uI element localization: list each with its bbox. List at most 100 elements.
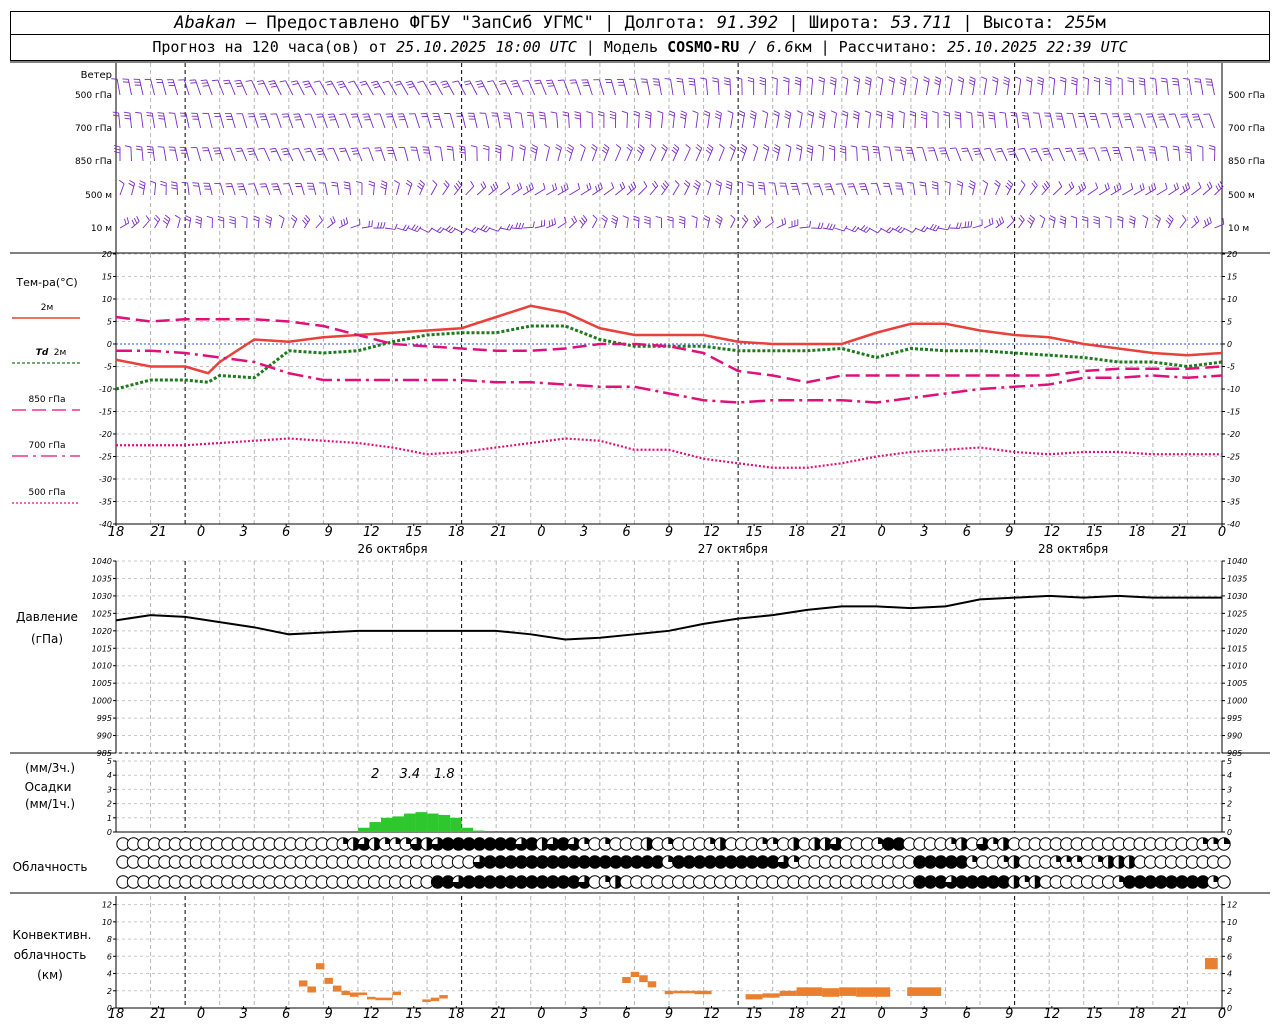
wind-barb-feather bbox=[1066, 150, 1073, 153]
wind-barb-feather bbox=[1172, 80, 1179, 83]
wind-barb-feather bbox=[723, 77, 731, 80]
wind-barb-feather bbox=[303, 217, 309, 223]
wind-barb bbox=[822, 147, 825, 162]
wind-barb-feather bbox=[519, 144, 526, 148]
precip-annotation: 1.8 bbox=[434, 767, 455, 782]
hour-label: 9 bbox=[325, 1007, 333, 1022]
pressure-axis-unit: (гПа) bbox=[31, 632, 63, 646]
wind-barb bbox=[140, 113, 144, 129]
wind-barb-feather bbox=[535, 82, 542, 85]
wind-barb bbox=[649, 185, 659, 196]
wind-barb-feather bbox=[1028, 217, 1034, 223]
wind-barb bbox=[922, 147, 927, 162]
wind-barb-feather bbox=[1010, 114, 1017, 117]
convective-bar bbox=[639, 975, 648, 983]
convective-bar bbox=[673, 990, 695, 994]
wind-barb-feather bbox=[1077, 150, 1084, 152]
wind-barb bbox=[298, 148, 305, 162]
wind-barb-feather bbox=[676, 77, 683, 80]
wind-barb bbox=[415, 147, 420, 162]
wind-barb-feather bbox=[552, 184, 555, 191]
wind-barb-feather bbox=[348, 80, 355, 84]
wind-barb-feather bbox=[601, 217, 607, 222]
wind-barb-feather bbox=[1155, 214, 1161, 220]
wind-barb-feather bbox=[1095, 182, 1099, 189]
wind-barb-feather bbox=[1001, 216, 1005, 223]
wind-barb-feather bbox=[157, 112, 164, 114]
wind-barb-feather bbox=[680, 113, 687, 117]
wind-barb-feather bbox=[174, 214, 181, 219]
wind-barb-feather bbox=[700, 77, 707, 80]
wind-barb-feather bbox=[854, 226, 860, 233]
wind-barb-feather bbox=[446, 145, 453, 148]
wind-barb bbox=[1140, 113, 1146, 129]
wind-barb bbox=[384, 227, 395, 230]
wind-barb bbox=[551, 79, 559, 96]
wind-barb bbox=[300, 183, 305, 196]
wind-barb-feather bbox=[923, 79, 929, 83]
wind-barb-feather bbox=[923, 76, 930, 80]
wind-barb-feather bbox=[487, 80, 494, 83]
wind-barb-feather bbox=[727, 110, 734, 114]
wind-barb-feather bbox=[1208, 147, 1215, 151]
wind-barb-feather bbox=[1029, 147, 1036, 150]
wind-barb-feather bbox=[1193, 217, 1198, 224]
wind-barb bbox=[1099, 188, 1110, 196]
wind-barb-feather bbox=[595, 185, 598, 192]
wind-barb bbox=[438, 113, 444, 129]
wind-barb bbox=[818, 183, 824, 196]
wind-barb-feather bbox=[1139, 184, 1143, 191]
wind-barb-feather bbox=[592, 144, 598, 149]
wind-barb bbox=[185, 147, 190, 162]
wind-barb bbox=[499, 147, 502, 162]
wind-barb bbox=[1012, 148, 1020, 162]
wind-barb bbox=[1166, 79, 1169, 96]
wind-barb-feather bbox=[394, 80, 401, 84]
wind-barb-feather bbox=[292, 147, 299, 150]
wind-barb-feather bbox=[1222, 218, 1225, 225]
wind-barb-feather bbox=[898, 110, 905, 114]
wind-barb-feather bbox=[1153, 183, 1157, 190]
tick-label: 990 bbox=[97, 732, 112, 741]
wind-barb-feather bbox=[135, 111, 142, 114]
wind-barb bbox=[1052, 218, 1056, 229]
wind-barb-feather bbox=[551, 219, 554, 226]
wind-barb-feather bbox=[195, 218, 202, 222]
wind-barb-feather bbox=[1130, 183, 1134, 190]
wind-barb bbox=[603, 187, 614, 196]
wind-barb-feather bbox=[946, 76, 953, 80]
hour-label: 18 bbox=[448, 1007, 465, 1022]
wind-barb bbox=[924, 183, 927, 196]
wind-barb-feather bbox=[443, 182, 448, 188]
wind-barb-feather bbox=[195, 221, 202, 225]
hour-label: 18 bbox=[788, 525, 805, 540]
wind-barb-feather bbox=[1167, 217, 1173, 223]
wind-barb-feather bbox=[556, 144, 562, 148]
wind-barb bbox=[131, 221, 140, 229]
wind-barb bbox=[833, 146, 836, 162]
wind-barb bbox=[280, 218, 285, 229]
wind-barb-feather bbox=[592, 214, 598, 220]
wind-barb-feather bbox=[531, 144, 538, 148]
cloud-fill bbox=[1224, 837, 1231, 844]
wind-level-label: 850 гПа bbox=[75, 157, 112, 167]
wind-barb bbox=[670, 79, 674, 96]
wind-barb-feather bbox=[282, 150, 289, 153]
tick-label: 1040 bbox=[92, 557, 112, 566]
wind-barb-feather bbox=[571, 217, 575, 224]
tick-label: -10 bbox=[99, 385, 112, 394]
wind-barb bbox=[982, 113, 985, 129]
hour-label: 3 bbox=[239, 1007, 247, 1022]
wind-barb-feather bbox=[692, 110, 699, 114]
wind-barb-feather bbox=[241, 215, 248, 219]
tick-label: 4 bbox=[1227, 970, 1232, 979]
wind-barb bbox=[197, 183, 202, 196]
wind-barb-feather bbox=[668, 113, 675, 117]
wind-barb-feather bbox=[450, 228, 456, 234]
wind-barb-feather bbox=[830, 79, 836, 83]
wind-barb-feather bbox=[1107, 182, 1110, 189]
wind-barb-feather bbox=[163, 217, 170, 222]
tick-label: 12 bbox=[1227, 901, 1237, 910]
wind-barb bbox=[465, 185, 475, 196]
wind-barb bbox=[288, 183, 294, 196]
